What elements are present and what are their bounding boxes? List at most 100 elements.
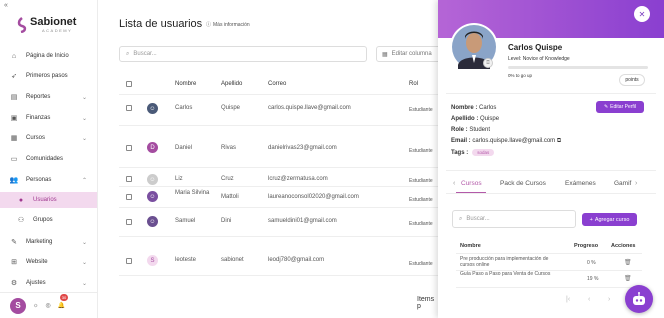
divider bbox=[456, 287, 642, 288]
divider bbox=[119, 125, 439, 126]
sidebar-item-usuarios[interactable]: ● Usuarios bbox=[0, 192, 97, 208]
copy-icon[interactable]: ⧉ bbox=[557, 138, 561, 144]
row-checkbox[interactable] bbox=[126, 105, 132, 111]
sidebar-item-comunidades[interactable]: ▭ Comunidades bbox=[0, 151, 97, 167]
row-checkbox[interactable] bbox=[126, 194, 132, 200]
website-icon: ⊞ bbox=[11, 259, 17, 266]
course-name: Guía Paso a Paso para Venta de Cursos bbox=[460, 271, 551, 277]
edit-profile-button[interactable]: ✎ Editar Perfil bbox=[596, 101, 644, 113]
search-input[interactable]: ⌕ Buscar... bbox=[119, 46, 367, 62]
tabs-prev-icon[interactable]: ‹ bbox=[453, 180, 455, 187]
courses-icon: ▦ bbox=[10, 135, 18, 142]
level-progress-bar bbox=[508, 66, 648, 69]
row-checkbox[interactable] bbox=[126, 219, 132, 225]
more-info-link[interactable]: ⓘ Más información bbox=[206, 21, 250, 29]
info-value: Student bbox=[469, 127, 491, 133]
cell-correo: samueldini01@gmail.com bbox=[268, 218, 337, 224]
sidebar-item-label: Ajustes bbox=[26, 280, 46, 286]
edit-columns-button[interactable]: ▦ Editar columna bbox=[376, 46, 446, 62]
cell-rol: Estudiante bbox=[409, 197, 433, 203]
prev-page-icon[interactable]: ‹ bbox=[588, 296, 590, 303]
course-header-progreso: Progreso bbox=[574, 243, 599, 249]
header-nombre[interactable]: Nombre bbox=[175, 81, 196, 87]
sidebar-item-grupos[interactable]: ⚇ Grupos bbox=[0, 212, 97, 228]
info-value: carlos.quispe.llave@gmail.com bbox=[472, 138, 556, 144]
tab-examenes[interactable]: Exámenes bbox=[565, 180, 596, 187]
sidebar-item-label: Página de Inicio bbox=[26, 53, 69, 59]
cell-nombre: Liz bbox=[175, 176, 183, 182]
sidebar-item-label: Finanzas bbox=[26, 115, 51, 121]
close-button[interactable]: ✕ bbox=[634, 6, 650, 22]
sidebar-item-marketing[interactable]: ✎ Marketing ⌄ bbox=[0, 234, 97, 250]
theme-icon[interactable]: ☼ bbox=[33, 303, 39, 309]
sidebar-item-finanzas[interactable]: ▣ Finanzas ⌄ bbox=[0, 110, 97, 126]
divider bbox=[119, 236, 439, 237]
row-checkbox[interactable] bbox=[126, 145, 132, 151]
user-avatar: ☺ bbox=[147, 174, 158, 185]
sidebar-item-personas[interactable]: 👥 Personas ⌃ bbox=[0, 172, 97, 188]
info-label: Role : bbox=[451, 127, 468, 133]
sidebar-item-reportes[interactable]: ▤ Reportes ⌄ bbox=[0, 89, 97, 105]
sidebar-item-label: Personas bbox=[26, 177, 52, 183]
collapse-icon[interactable]: « bbox=[4, 2, 8, 9]
groups-icon: ⚇ bbox=[17, 217, 25, 224]
cell-apellido: Cruz bbox=[221, 176, 234, 182]
trash-icon[interactable]: 🗑 bbox=[624, 259, 632, 266]
info-label: Email : bbox=[451, 138, 471, 144]
course-search-input[interactable]: ⌕ Buscar... bbox=[452, 210, 576, 228]
settings-icon: ⚙ bbox=[10, 280, 18, 287]
add-course-button[interactable]: + Agregar curso bbox=[582, 213, 637, 226]
sidebar-item-cursos[interactable]: ▦ Cursos ⌄ bbox=[0, 130, 97, 146]
bell-icon[interactable]: 🔔 30 bbox=[58, 294, 69, 309]
help-icon[interactable]: ◎ bbox=[46, 302, 51, 309]
profile-level: Level: Novice of Knowledge bbox=[508, 56, 570, 62]
sidebar-item-label: Website bbox=[26, 259, 48, 265]
tabs-next-icon[interactable]: › bbox=[635, 180, 637, 187]
trash-icon[interactable]: 🗑 bbox=[624, 275, 632, 282]
sidebar-item-primeros-pasos[interactable]: ➶ Primeros pasos bbox=[0, 68, 97, 84]
sidebar-footer: S ☼ ◎ 🔔 30 bbox=[0, 292, 97, 318]
row-checkbox[interactable] bbox=[126, 258, 132, 264]
tab-pack-de-cursos[interactable]: Pack de Cursos bbox=[500, 180, 546, 187]
divider bbox=[119, 94, 439, 95]
header-apellido[interactable]: Apellido bbox=[221, 81, 242, 87]
tag-pill[interactable]: sodas bbox=[472, 149, 495, 156]
account-avatar[interactable]: S bbox=[10, 297, 26, 314]
divider bbox=[456, 253, 642, 254]
divider bbox=[119, 186, 439, 187]
user-profile-panel: ✕ ⌼ Carlos Quispe Level: Novice of Knowl… bbox=[438, 0, 664, 318]
course-name: Pre producción para implementación de cu… bbox=[460, 256, 549, 268]
points-button[interactable]: points bbox=[619, 74, 645, 86]
divider bbox=[446, 193, 656, 194]
info-value: Carlos bbox=[479, 105, 497, 111]
info-icon: ⓘ bbox=[206, 22, 212, 28]
assistant-fab[interactable] bbox=[625, 285, 653, 313]
sidebar-item-inicio[interactable]: ⌂ Página de Inicio bbox=[0, 48, 97, 64]
cell-rol: Estudiante bbox=[409, 221, 433, 227]
profile-name: Carlos Quispe bbox=[508, 43, 563, 52]
header-rol[interactable]: Rol bbox=[409, 81, 418, 87]
camera-icon[interactable]: ⌼ bbox=[483, 58, 493, 68]
tab-gamificacion[interactable]: Gamif bbox=[614, 180, 631, 187]
course-search-placeholder: Buscar... bbox=[466, 216, 490, 222]
cell-rol: Estudiante bbox=[409, 261, 433, 267]
first-page-icon[interactable]: |‹ bbox=[566, 296, 570, 303]
reports-icon: ▤ bbox=[10, 94, 18, 101]
select-all-checkbox[interactable] bbox=[126, 81, 132, 87]
page-title: Lista de usuarios bbox=[119, 18, 203, 30]
row-checkbox[interactable] bbox=[126, 176, 132, 182]
sidebar-item-ajustes[interactable]: ⚙ Ajustes ⌄ bbox=[0, 275, 97, 291]
rocket-icon: ➶ bbox=[11, 73, 17, 80]
cell-nombre: leoteste bbox=[175, 257, 197, 263]
cell-rol: Estudiante bbox=[409, 107, 433, 113]
info-label: Apellido : bbox=[451, 116, 479, 122]
sidebar-item-website[interactable]: ⊞ Website ⌄ bbox=[0, 254, 97, 270]
sidebar-item-label: Reportes bbox=[26, 94, 51, 100]
header-correo[interactable]: Correo bbox=[268, 81, 286, 87]
sidebar-item-label: Grupos bbox=[33, 217, 53, 223]
next-page-icon[interactable]: › bbox=[608, 296, 610, 303]
tab-cursos[interactable]: Cursos bbox=[461, 180, 482, 187]
search-placeholder: Buscar... bbox=[133, 51, 157, 57]
course-progress: 19 % bbox=[587, 276, 599, 282]
cell-rol: Estudiante bbox=[409, 178, 433, 184]
